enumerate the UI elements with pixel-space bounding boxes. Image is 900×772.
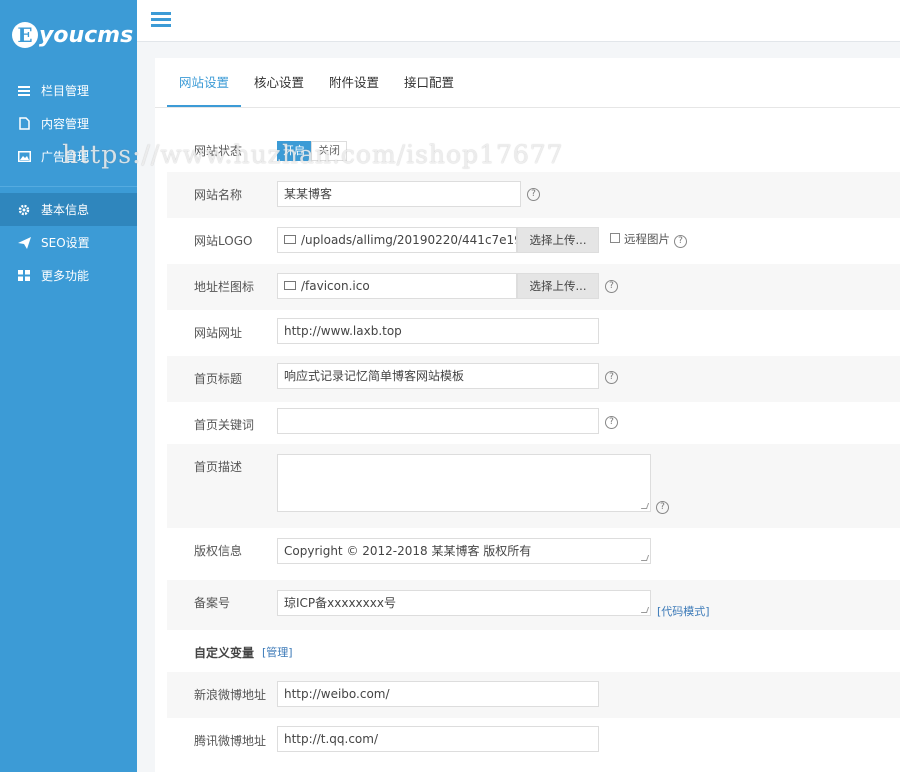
- row-weibo: 新浪微博地址 http://weibo.com/: [167, 672, 900, 718]
- settings-panel: 网站设置 核心设置 附件设置 接口配置 网站状态 开启 关闭 网站名称 某某博客…: [155, 58, 900, 772]
- help-icon[interactable]: ?: [674, 235, 687, 248]
- tab-bar: 网站设置 核心设置 附件设置 接口配置: [155, 58, 900, 108]
- favicon-path-value: /favicon.ico: [301, 279, 370, 293]
- tab-site-settings[interactable]: 网站设置: [167, 58, 242, 107]
- field-label: 腾讯微博地址: [194, 734, 267, 748]
- topbar: [137, 0, 900, 42]
- status-on-button[interactable]: 开启: [277, 141, 311, 161]
- field-label: 首页关键词: [194, 418, 255, 432]
- row-favicon: 地址栏图标 /favicon.ico 选择上传... ?: [167, 264, 900, 310]
- help-icon[interactable]: ?: [656, 501, 669, 514]
- image-icon: [17, 150, 31, 164]
- section-heading: 自定义变量: [194, 646, 255, 660]
- row-icp: 备案号 琼ICP备xxxxxxxx号 [代码模式]: [167, 580, 900, 630]
- field-label: 首页标题: [194, 372, 243, 386]
- status-off-button[interactable]: 关闭: [311, 141, 347, 161]
- image-icon: [284, 281, 296, 290]
- help-icon[interactable]: ?: [605, 416, 618, 429]
- field-label: 网站网址: [194, 326, 243, 340]
- document-icon: [17, 117, 31, 131]
- row-site-url: 网站网址 http://www.laxb.top: [167, 310, 900, 356]
- icp-textarea[interactable]: 琼ICP备xxxxxxxx号: [277, 590, 651, 616]
- home-keywords-input[interactable]: [277, 408, 599, 434]
- sidebar-item-content[interactable]: 内容管理: [0, 107, 137, 140]
- grid-icon: [17, 269, 31, 283]
- image-icon: [284, 235, 296, 244]
- sidebar: E youcms 栏目管理 内容管理 广告管理 基本信息 SEO设置 更多功能: [0, 0, 137, 772]
- logo[interactable]: E youcms: [0, 0, 137, 70]
- favicon-upload-button[interactable]: 选择上传...: [517, 273, 599, 299]
- row-home-title: 首页标题 响应式记录记忆简单博客网站模板 ?: [167, 356, 900, 402]
- row-tencent-weibo: 腾讯微博地址 http://t.qq.com/: [167, 718, 900, 764]
- help-icon[interactable]: ?: [527, 188, 540, 201]
- tab-core-settings[interactable]: 核心设置: [242, 58, 316, 107]
- site-url-input[interactable]: http://www.laxb.top: [277, 318, 599, 344]
- row-site-name: 网站名称 某某博客 ?: [167, 172, 900, 218]
- tencent-weibo-url-input[interactable]: http://t.qq.com/: [277, 726, 599, 752]
- remote-image-label: 远程图片: [624, 232, 670, 246]
- sidebar-item-columns[interactable]: 栏目管理: [0, 74, 137, 107]
- sidebar-item-more[interactable]: 更多功能: [0, 259, 137, 292]
- weibo-url-input[interactable]: http://weibo.com/: [277, 681, 599, 707]
- sidebar-item-seo[interactable]: SEO设置: [0, 226, 137, 259]
- logo-path-input[interactable]: /uploads/allimg/20190220/441c7e19aabc: [277, 227, 517, 253]
- copyright-textarea[interactable]: Copyright © 2012-2018 某某博客 版权所有: [277, 538, 651, 564]
- sidebar-item-label: 基本信息: [41, 203, 90, 217]
- home-title-input[interactable]: 响应式记录记忆简单博客网站模板: [277, 363, 599, 389]
- row-custom-vars: 自定义变量 [管理]: [167, 630, 900, 672]
- sidebar-item-label: SEO设置: [41, 236, 90, 250]
- manage-link[interactable]: [管理]: [262, 644, 293, 660]
- field-label: 新浪微博地址: [194, 688, 267, 702]
- field-label: 网站状态: [194, 144, 243, 158]
- logo-upload-button[interactable]: 选择上传...: [517, 227, 599, 253]
- remote-image-checkbox[interactable]: [610, 233, 620, 243]
- code-mode-link[interactable]: [代码模式]: [657, 603, 710, 619]
- row-home-keywords: 首页关键词 ?: [167, 402, 900, 444]
- logo-text: youcms: [39, 22, 134, 48]
- send-icon: [17, 236, 31, 250]
- field-label: 网站LOGO: [194, 234, 253, 248]
- sidebar-item-label: 内容管理: [41, 117, 90, 131]
- help-icon[interactable]: ?: [605, 280, 618, 293]
- logo-mark: E: [12, 22, 38, 48]
- field-label: 网站名称: [194, 188, 243, 202]
- menu-toggle-icon[interactable]: [151, 12, 171, 28]
- row-site-logo: 网站LOGO /uploads/allimg/20190220/441c7e19…: [167, 218, 900, 264]
- logo-path-value: /uploads/allimg/20190220/441c7e19aabc: [301, 233, 516, 247]
- sidebar-item-label: 广告管理: [41, 150, 90, 164]
- home-description-textarea[interactable]: [277, 454, 651, 512]
- favicon-path-input[interactable]: /favicon.ico: [277, 273, 517, 299]
- sidebar-item-basic-info[interactable]: 基本信息: [0, 193, 137, 226]
- sidebar-item-label: 栏目管理: [41, 84, 90, 98]
- tab-attachment-settings[interactable]: 附件设置: [317, 58, 391, 107]
- sidebar-item-label: 更多功能: [41, 269, 90, 283]
- sidebar-item-ads[interactable]: 广告管理: [0, 140, 137, 173]
- nav-group-content: 栏目管理 内容管理 广告管理 基本信息 SEO设置 更多功能: [0, 70, 137, 292]
- gear-icon: [17, 203, 31, 217]
- row-site-status: 网站状态 开启 关闭: [167, 128, 900, 172]
- row-home-description: 首页描述 ?: [167, 444, 900, 528]
- row-copyright: 版权信息 Copyright © 2012-2018 某某博客 版权所有: [167, 528, 900, 580]
- status-toggle[interactable]: 开启 关闭: [277, 141, 347, 161]
- divider: [0, 173, 137, 187]
- field-label: 备案号: [194, 596, 231, 610]
- field-label: 首页描述: [194, 460, 243, 474]
- field-label: 地址栏图标: [194, 280, 255, 294]
- field-label: 版权信息: [194, 544, 243, 558]
- tab-api-config[interactable]: 接口配置: [392, 58, 466, 107]
- help-icon[interactable]: ?: [605, 371, 618, 384]
- site-name-input[interactable]: 某某博客: [277, 181, 521, 207]
- list-icon: [17, 84, 31, 98]
